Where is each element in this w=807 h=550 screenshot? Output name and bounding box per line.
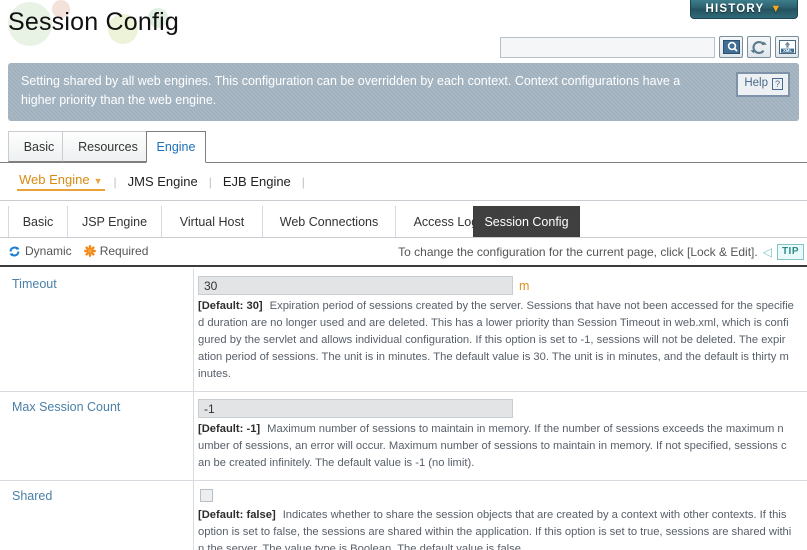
refresh-icon (750, 40, 767, 54)
tab-jsp-engine[interactable]: JSP Engine (67, 206, 162, 237)
tab-virtual-host[interactable]: Virtual Host (161, 206, 263, 237)
tab-label: Basic (23, 139, 55, 154)
tab-label: Web Connections (279, 214, 379, 229)
field-control: m (198, 276, 807, 295)
shared-checkbox[interactable] (200, 489, 213, 503)
field-description: [Default: 30] Expiration period of sessio… (198, 298, 807, 383)
legend-dynamic-label: Dynamic (25, 244, 72, 258)
chevron-down-icon[interactable]: ▼ (94, 176, 103, 186)
desc-line: umber of sessions, an error will occur. … (198, 440, 787, 453)
refresh-circular-arrow-icon (9, 246, 20, 256)
tab-web-connections[interactable]: Web Connections (262, 206, 396, 237)
divider: | (113, 174, 117, 189)
field-body: [Default: false] Indicates whether to sha… (194, 481, 807, 550)
xml-export-icon: XML (778, 40, 796, 54)
default-tag: [Default: -1] (198, 423, 261, 436)
settings-form: Timeout m [Default: 30] Expiration period… (0, 269, 807, 550)
field-label: Max Session Count (0, 392, 194, 481)
desc-line: Maximum number of sessions to maintain i… (267, 423, 784, 436)
field-body: [Default: -1] Maximum number of sessions … (194, 392, 807, 480)
tab-basic[interactable]: Basic (8, 131, 70, 162)
desc-line: Indicates whether to share the session o… (282, 509, 787, 522)
divider: | (208, 174, 212, 189)
engine-link-web[interactable]: Web Engine ▼ (17, 172, 105, 191)
session-config-page: Session Config HISTORY ▼ XML Setting sha… (0, 0, 807, 550)
tab-label: Engine (156, 140, 196, 154)
timeout-input[interactable] (198, 276, 513, 295)
tip-area: To change the configuration for the curr… (398, 244, 804, 260)
field-label: Timeout (0, 269, 194, 392)
search-input[interactable] (500, 36, 715, 58)
field-row-max-session-count: Max Session Count [Default: -1] Maximum n… (0, 392, 807, 482)
tab-engine[interactable]: Engine (146, 131, 206, 163)
legend-row: Dynamic Required To change the configura… (0, 240, 807, 267)
primary-tabs: Basic Resources Engine (0, 131, 807, 163)
asterisk-icon (83, 245, 96, 257)
field-row-shared: Shared [Default: false] Indicates whether… (0, 481, 807, 550)
max-session-count-input[interactable] (198, 399, 513, 419)
tab-label: Resources (78, 139, 138, 154)
history-button[interactable]: HISTORY ▼ (690, 0, 798, 19)
engine-link-label: EJB Engine (222, 174, 291, 189)
chevron-down-icon: ▼ (770, 2, 783, 15)
tab-strip-rule (0, 237, 807, 238)
search-icon (722, 40, 740, 54)
desc-line: Expiration period of sessions created by… (269, 300, 794, 312)
search-toolbar: XML (500, 36, 799, 58)
svg-text:XML: XML (783, 48, 792, 53)
engine-link-label: Web Engine (19, 172, 90, 187)
tip-arrow-icon: ◁ (762, 245, 772, 259)
default-tag: [Default: false] (198, 509, 276, 522)
default-tag: [Default: 30] (198, 300, 263, 312)
desc-line: an be created infinitely. The default va… (198, 457, 475, 470)
field-description: [Default: false] Indicates whether to sha… (198, 507, 807, 550)
engine-link-label: JMS Engine (127, 174, 198, 189)
desc-line: gured by the servlet and allows individu… (198, 334, 786, 347)
history-button-label: HISTORY (705, 3, 765, 15)
tab-label: JSP Engine (81, 214, 148, 229)
timeout-unit-label: m (519, 278, 530, 293)
field-label: Shared (0, 481, 194, 550)
tip-badge[interactable]: TIP (776, 244, 804, 260)
tip-text: To change the configuration for the curr… (398, 245, 758, 259)
desc-line: ation period of sessions. The unit is in… (198, 351, 789, 364)
divider: | (301, 174, 305, 189)
refresh-icon-button[interactable] (747, 36, 771, 58)
legend: Dynamic Required (8, 244, 148, 258)
legend-required: Required (83, 244, 149, 258)
desc-line: option is set to false, the sessions are… (198, 526, 792, 539)
tab-label: Basic (22, 214, 54, 229)
legend-required-label: Required (99, 244, 149, 258)
desc-line: d duration are no longer used and are de… (198, 317, 789, 330)
field-control (198, 399, 807, 419)
tab-session-config[interactable]: Session Config (473, 206, 580, 237)
tab-label: Session Config (484, 214, 569, 229)
desc-line: n the server. The value type is Boolean.… (198, 543, 525, 550)
field-body: m [Default: 30] Expiration period of sess… (194, 269, 807, 391)
field-row-timeout: Timeout m [Default: 30] Expiration period… (0, 269, 807, 393)
engine-link-jms[interactable]: JMS Engine (126, 174, 200, 189)
info-banner: Setting shared by all web engines. This … (8, 63, 799, 121)
secondary-tabs: Basic JSP Engine Virtual Host Web Connec… (0, 206, 807, 238)
xml-export-icon-button[interactable]: XML (775, 36, 799, 58)
search-icon-button[interactable] (719, 36, 743, 58)
help-button[interactable]: Help ? (736, 72, 790, 97)
engine-link-row: Web Engine ▼ | JMS Engine | EJB Engine | (0, 163, 807, 201)
field-description: [Default: -1] Maximum number of sessions … (198, 421, 807, 472)
tab-label: Virtual Host (179, 214, 245, 229)
question-mark-icon: ? (771, 77, 783, 90)
page-title: Session Config (8, 8, 179, 36)
section-rule (0, 265, 807, 267)
info-banner-text: Setting shared by all web engines. This … (21, 74, 681, 108)
legend-dynamic: Dynamic (8, 244, 72, 258)
engine-link-ejb[interactable]: EJB Engine (221, 174, 293, 189)
field-control (198, 488, 807, 504)
tab-resources[interactable]: Resources (62, 131, 154, 162)
tab-basic-2[interactable]: Basic (8, 206, 68, 237)
help-button-label: Help (744, 77, 768, 89)
desc-line: inutes. (198, 368, 231, 381)
